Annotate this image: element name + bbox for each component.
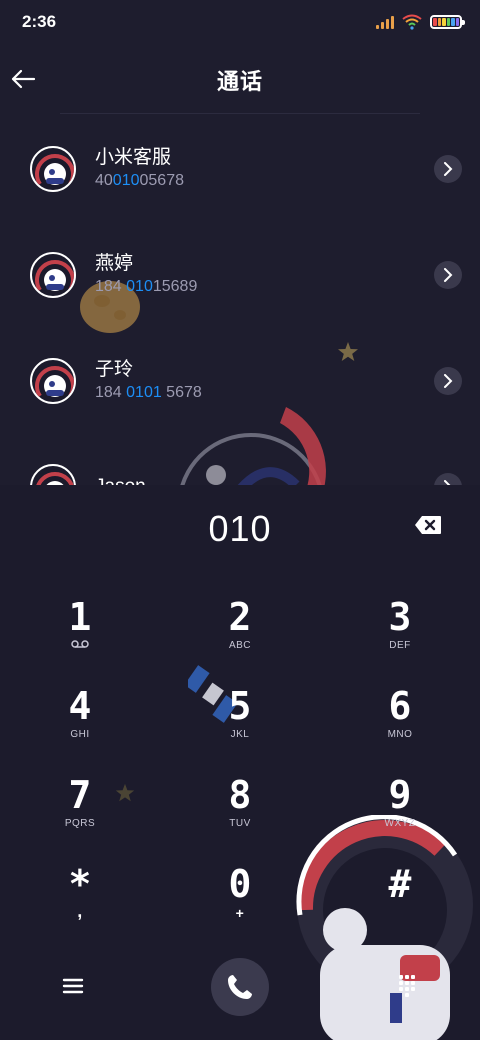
key-letters: JKL [230, 729, 250, 740]
contact-number: 184 01015689 [95, 278, 198, 295]
contact-item[interactable]: 子玲 184 0101 5678 [0, 336, 480, 426]
key-letters: + [235, 905, 245, 921]
key-6[interactable]: 6 MNO [340, 684, 460, 768]
contact-item[interactable]: 燕婷 184 01015689 [0, 230, 480, 320]
keypad-toggle-button[interactable] [392, 969, 422, 1003]
key-2[interactable]: 2 ABC [180, 595, 300, 679]
key-digit: # [388, 862, 412, 906]
avatar [30, 358, 76, 404]
key-digit: 7 [68, 773, 92, 817]
bottom-bar [0, 955, 480, 1025]
menu-button[interactable] [58, 971, 88, 1001]
key-letters: MNO [387, 729, 413, 740]
key-digit: 0 [228, 862, 252, 906]
avatar [30, 252, 76, 298]
contact-detail-button[interactable] [434, 261, 462, 289]
status-icons [376, 14, 465, 30]
key-letters: ABC [228, 640, 252, 651]
keypad-icon [399, 975, 415, 997]
contact-name: 子玲 [95, 359, 134, 380]
astronaut-avatar-icon [35, 366, 74, 398]
key-letters: GHI [70, 729, 90, 740]
chevron-right-icon [444, 268, 453, 282]
contact-item[interactable]: 小米客服 4001005678 [0, 124, 480, 214]
key-7[interactable]: 7 PQRS [20, 773, 140, 857]
avatar [30, 146, 76, 192]
status-time: 2:36 [22, 12, 57, 31]
wifi-icon [402, 14, 422, 30]
battery-segment [442, 18, 446, 26]
key-8[interactable]: 8 TUV [180, 773, 300, 857]
contact-detail-button[interactable] [434, 155, 462, 183]
contact-number: 4001005678 [95, 172, 184, 189]
key-digit: 8 [228, 773, 252, 817]
chevron-right-icon [444, 162, 453, 176]
contact-item[interactable]: Jason [0, 442, 480, 485]
key-digit: 2 [228, 595, 252, 639]
page-title: 通话 [216, 69, 263, 94]
contact-name: Jason [95, 475, 146, 485]
contact-detail-button[interactable] [434, 473, 462, 485]
key-digit: * [68, 862, 92, 906]
key-letters: TUV [229, 818, 251, 829]
contact-detail-button[interactable] [434, 367, 462, 395]
contact-name: 小米客服 [95, 147, 172, 168]
key-letters: DEF [389, 640, 411, 651]
key-star[interactable]: * , [20, 862, 140, 946]
signal-icon [376, 15, 394, 29]
astronaut-avatar-icon [36, 472, 74, 485]
key-4[interactable]: 4 GHI [20, 684, 140, 768]
key-digit: 1 [68, 595, 92, 639]
battery-segment [451, 18, 455, 26]
call-button[interactable] [211, 958, 269, 1016]
key-digit: 3 [388, 595, 412, 639]
arrow-left-icon [11, 69, 36, 89]
key-5[interactable]: 5 JKL [180, 684, 300, 768]
chevron-right-icon [444, 374, 453, 388]
astronaut-avatar-icon [35, 260, 74, 292]
key-letters: PQRS [64, 818, 96, 829]
contact-list[interactable]: 小米客服 4001005678 燕婷 184 01015689 子玲 184 0… [0, 120, 480, 485]
key-digit: 6 [388, 684, 412, 728]
key-letters: , [77, 901, 83, 921]
battery-segment [437, 18, 441, 26]
back-button[interactable] [8, 64, 38, 94]
key-9[interactable]: 9 WXYZ [340, 773, 460, 857]
key-0[interactable]: 0 + [180, 862, 300, 946]
voicemail-icon [71, 640, 89, 648]
dial-number-display: 010 [208, 508, 272, 549]
contact-number: 184 0101 5678 [95, 384, 202, 401]
key-letters: WXYZ [384, 818, 416, 829]
battery-segment [446, 18, 450, 26]
key-digit: 5 [228, 684, 252, 728]
battery-segment [455, 18, 459, 26]
avatar [30, 464, 76, 485]
backspace-button[interactable] [414, 515, 442, 535]
key-digit: 4 [68, 684, 92, 728]
key-hash[interactable]: # [340, 862, 460, 946]
battery-segment [433, 18, 437, 26]
key-3[interactable]: 3 DEF [340, 595, 460, 679]
astronaut-avatar-icon [35, 154, 74, 186]
menu-icon [62, 978, 84, 994]
key-digit: 9 [388, 773, 412, 817]
phone-icon [228, 975, 252, 999]
header: 通话 [0, 52, 480, 108]
battery-icon [430, 15, 465, 29]
contact-name: 燕婷 [95, 253, 134, 274]
header-divider [60, 113, 420, 114]
key-1[interactable]: 1 [20, 595, 140, 679]
backspace-icon [415, 516, 441, 534]
status-bar: 2:36 [0, 0, 480, 44]
